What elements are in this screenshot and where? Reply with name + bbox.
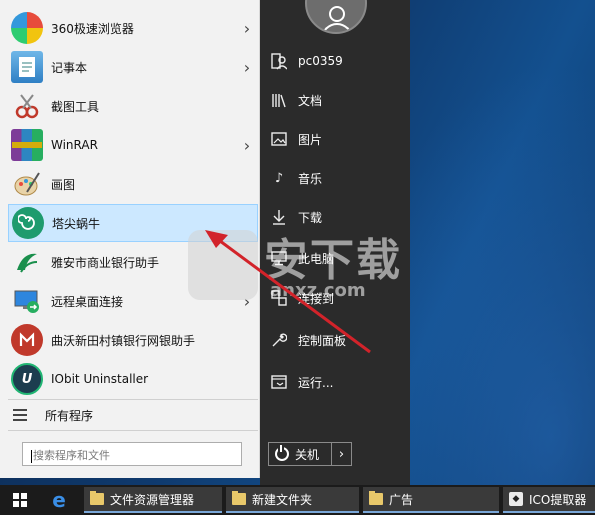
notepad-icon xyxy=(11,51,43,83)
winrar-icon xyxy=(11,129,43,161)
app-item-notepad[interactable]: 记事本 › xyxy=(8,48,258,86)
app-item-snipping-tool[interactable]: 截图工具 xyxy=(8,87,258,125)
text-caret xyxy=(31,449,32,463)
documents-icon xyxy=(268,90,290,110)
snail-icon xyxy=(12,207,44,239)
watermark: 安下载 anxz.com xyxy=(188,222,418,302)
wrench-icon xyxy=(268,330,290,350)
app-label: 360极速浏览器 xyxy=(51,21,134,36)
folder-icon xyxy=(232,491,246,505)
taskbar-item-label: 新建文件夹 xyxy=(252,492,313,507)
all-programs-button[interactable]: 所有程序 xyxy=(8,402,258,428)
user-head-shape xyxy=(329,6,345,22)
music-icon: ♪ xyxy=(274,170,284,186)
taskbar-item-file-explorer[interactable]: 文件资源管理器 xyxy=(84,487,222,513)
place-label: 图片 xyxy=(298,132,323,147)
taskbar-item-label: 广告 xyxy=(389,492,414,507)
edge-browser-icon[interactable]: e xyxy=(44,485,74,515)
folder-icon xyxy=(369,491,383,505)
place-documents[interactable]: 文档 xyxy=(268,85,408,115)
paint-icon xyxy=(11,168,43,200)
village-bank-icon xyxy=(11,324,43,356)
place-run[interactable]: 运行... xyxy=(268,367,408,397)
search-input[interactable]: 搜索程序和文件 xyxy=(22,442,242,466)
place-control-panel[interactable]: 控制面板 xyxy=(268,325,408,355)
app-item-village-bank[interactable]: 曲沃新田村镇银行网银助手 xyxy=(8,321,258,359)
app-item-winrar[interactable]: WinRAR › xyxy=(8,126,258,164)
app-item-360-browser[interactable]: 360极速浏览器 › xyxy=(8,9,258,47)
chevron-right-icon[interactable]: › xyxy=(236,58,258,77)
chevron-right-icon[interactable]: › xyxy=(236,19,258,38)
360-browser-icon xyxy=(11,12,43,44)
run-icon xyxy=(268,372,290,392)
place-label: 运行... xyxy=(298,375,334,390)
taskbar-item-label: ICO提取器 xyxy=(529,492,587,507)
place-user-folder[interactable]: pc0359 xyxy=(268,46,408,76)
place-pictures[interactable]: 图片 xyxy=(268,124,408,154)
pictures-icon xyxy=(268,129,290,149)
place-music[interactable]: ♪ 音乐 xyxy=(268,163,408,193)
all-programs-label: 所有程序 xyxy=(45,408,94,423)
app-label: 画图 xyxy=(51,177,76,192)
power-icon xyxy=(275,445,289,461)
watermark-text: 安下载 xyxy=(264,235,402,286)
taskbar: e 文件资源管理器 新建文件夹 广告 ◆ ICO提取器 xyxy=(0,485,595,515)
user-folder-icon xyxy=(268,51,290,71)
taskbar-item-label: 文件资源管理器 xyxy=(110,492,195,507)
app-label: IObit Uninstaller xyxy=(51,372,149,386)
menu-icon xyxy=(13,406,27,424)
app-label: 记事本 xyxy=(51,60,88,75)
snipping-tool-icon xyxy=(11,90,43,122)
remote-desktop-icon xyxy=(11,285,43,317)
place-label: 音乐 xyxy=(298,171,323,186)
iobit-uninstaller-icon: U xyxy=(11,363,43,395)
shutdown-options-button[interactable]: › xyxy=(332,442,352,466)
search-placeholder: 搜索程序和文件 xyxy=(33,449,110,462)
divider xyxy=(8,399,258,400)
watermark-url: anxz.com xyxy=(270,280,366,301)
chevron-right-icon: › xyxy=(338,446,345,462)
taskbar-item-ico-extractor[interactable]: ◆ ICO提取器 xyxy=(503,487,595,513)
app-label: 曲沃新田村镇银行网银助手 xyxy=(51,333,196,348)
app-item-iobit-uninstaller[interactable]: U IObit Uninstaller xyxy=(8,360,258,398)
shutdown-label: 关机 xyxy=(295,447,320,462)
place-label: pc0359 xyxy=(298,54,343,68)
shutdown-button[interactable]: 关机 xyxy=(268,442,332,466)
start-button[interactable] xyxy=(0,485,40,515)
taskbar-item-new-folder[interactable]: 新建文件夹 xyxy=(226,487,359,513)
place-label: 控制面板 xyxy=(298,333,347,348)
app-item-paint[interactable]: 画图 xyxy=(8,165,258,203)
ico-extractor-icon: ◆ xyxy=(509,492,523,506)
watermark-logo xyxy=(188,230,258,300)
app-label: 截图工具 xyxy=(51,99,100,114)
app-label: WinRAR xyxy=(51,138,98,152)
windows-logo-icon xyxy=(13,493,27,507)
folder-icon xyxy=(90,491,104,505)
taskbar-item-ads[interactable]: 广告 xyxy=(363,487,499,513)
bank-helper-icon xyxy=(11,246,43,278)
place-label: 文档 xyxy=(298,93,323,108)
divider xyxy=(8,430,258,431)
chevron-right-icon[interactable]: › xyxy=(236,136,258,155)
